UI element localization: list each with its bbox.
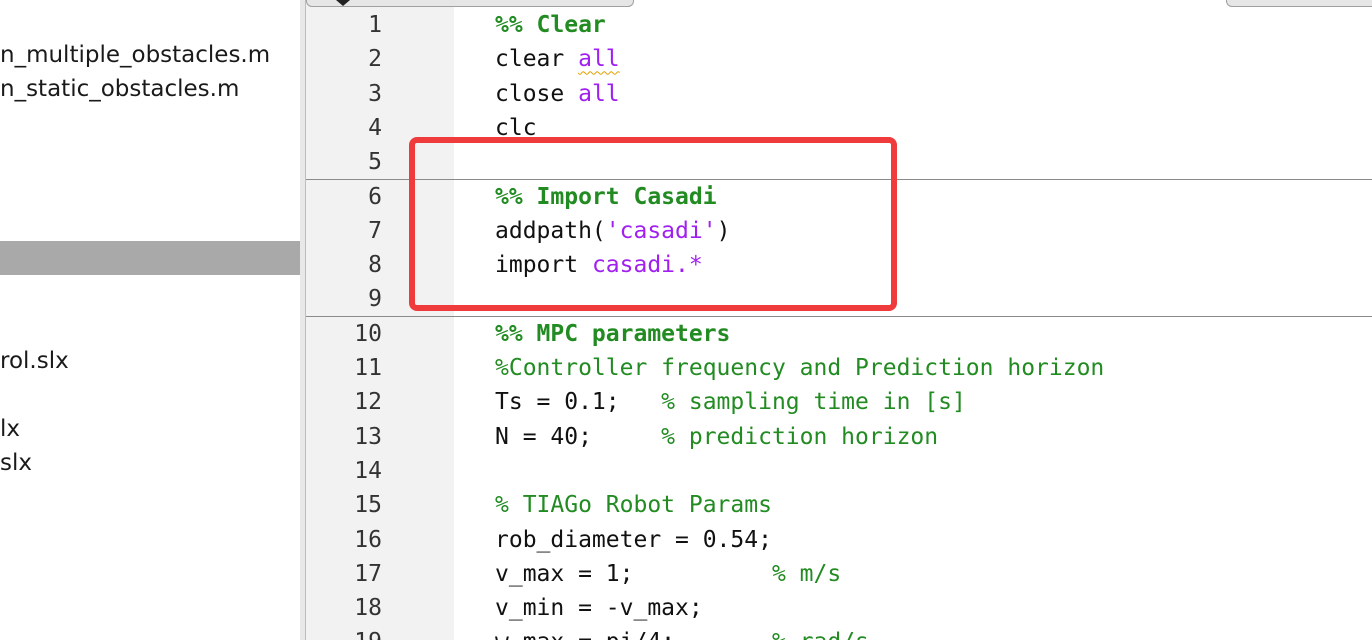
line-number[interactable]: 11 bbox=[306, 351, 382, 385]
code-text[interactable]: %% MPC parameters bbox=[495, 317, 730, 351]
line-number[interactable]: 16 bbox=[306, 523, 382, 557]
line-number[interactable]: 2 bbox=[306, 42, 382, 76]
code-token: v_max = 1; bbox=[495, 560, 772, 587]
code-text[interactable]: Ts = 0.1; % sampling time in [s] bbox=[495, 385, 966, 419]
caret-down-icon bbox=[336, 0, 350, 6]
line-number[interactable]: 18 bbox=[306, 591, 382, 625]
code-text[interactable]: v_max = 1; % m/s bbox=[495, 557, 841, 591]
annotation-highlight-box bbox=[409, 137, 897, 311]
code-line[interactable]: 19 w_max = pi/4; % rad/s bbox=[306, 625, 1372, 640]
code-token: % rad/s bbox=[772, 629, 869, 640]
code-token: all bbox=[578, 80, 620, 107]
file-item[interactable]: lx bbox=[0, 412, 20, 446]
code-token: % m/s bbox=[771, 560, 842, 587]
code-token: %Controller frequency and Prediction hor… bbox=[495, 355, 1105, 381]
code-text[interactable]: rob_diameter = 0.54; bbox=[495, 523, 772, 557]
code-token: rob_diameter = 0.54; bbox=[495, 526, 772, 553]
code-token: N = 40; bbox=[495, 423, 662, 450]
line-number[interactable]: 13 bbox=[306, 420, 382, 454]
file-item[interactable]: n_static_obstacles.m bbox=[0, 72, 239, 106]
code-token: w_max = pi/4; bbox=[495, 629, 772, 640]
code-text[interactable]: % TIAGo Robot Params bbox=[495, 488, 772, 522]
code-token: Ts = 0.1; bbox=[495, 389, 662, 416]
code-line[interactable]: 15 % TIAGo Robot Params bbox=[306, 488, 1372, 522]
code-token: v_min = -v_max; bbox=[495, 595, 703, 622]
code-line[interactable]: 10 %% MPC parameters bbox=[306, 317, 1372, 351]
code-text[interactable]: v_min = -v_max; bbox=[495, 591, 703, 625]
code-token: % TIAGo Robot Params bbox=[495, 492, 772, 519]
code-line[interactable]: 14 bbox=[306, 454, 1372, 488]
line-number[interactable]: 12 bbox=[306, 385, 382, 419]
code-line[interactable]: 16 rob_diameter = 0.54; bbox=[306, 523, 1372, 557]
line-number[interactable]: 7 bbox=[306, 214, 382, 248]
code-token: %% Clear bbox=[495, 12, 606, 38]
code-token: clear bbox=[495, 46, 579, 73]
line-number[interactable]: 19 bbox=[306, 625, 382, 640]
code-line[interactable]: 17 v_max = 1; % m/s bbox=[306, 557, 1372, 591]
line-number[interactable]: 5 bbox=[306, 145, 382, 179]
code-token: close bbox=[495, 80, 579, 107]
line-number[interactable]: 15 bbox=[306, 488, 382, 522]
file-item[interactable]: rol.slx bbox=[0, 344, 69, 378]
code-line[interactable]: 12 Ts = 0.1; % sampling time in [s] bbox=[306, 385, 1372, 419]
code-line[interactable]: 18 v_min = -v_max; bbox=[306, 591, 1372, 625]
file-item[interactable]: slx bbox=[0, 446, 32, 480]
file-item[interactable]: n_multiple_obstacles.m bbox=[0, 38, 270, 72]
code-line[interactable]: 13 N = 40; % prediction horizon bbox=[306, 420, 1372, 454]
file-item-selected[interactable] bbox=[0, 241, 300, 275]
line-number[interactable]: 10 bbox=[306, 317, 382, 351]
code-line[interactable]: 2 clear all bbox=[306, 42, 1372, 76]
code-line[interactable]: 1 %% Clear bbox=[306, 8, 1372, 42]
line-number[interactable]: 1 bbox=[306, 8, 382, 42]
file-browser-panel: n_multiple_obstacles.m n_static_obstacle… bbox=[0, 0, 300, 640]
line-number[interactable]: 17 bbox=[306, 557, 382, 591]
code-text[interactable]: %Controller frequency and Prediction hor… bbox=[495, 351, 1104, 385]
code-editor[interactable]: 1%% Clear 2 clear all 3 close all 4 clc 5 6%% Im… bbox=[306, 0, 1372, 640]
code-line[interactable]: 3 close all bbox=[306, 77, 1372, 111]
line-number[interactable]: 6 bbox=[306, 180, 382, 214]
line-number[interactable]: 8 bbox=[306, 248, 382, 282]
code-token: % sampling time in [s] bbox=[661, 389, 966, 416]
code-text[interactable]: close all bbox=[495, 77, 620, 111]
code-text[interactable]: w_max = pi/4; % rad/s bbox=[495, 625, 869, 640]
code-line[interactable]: 11 %Controller frequency and Prediction h… bbox=[306, 351, 1372, 385]
code-text[interactable]: clear all bbox=[495, 42, 620, 76]
line-number[interactable]: 4 bbox=[306, 111, 382, 145]
code-text[interactable]: N = 40; % prediction horizon bbox=[495, 420, 938, 454]
code-token: % prediction horizon bbox=[661, 423, 939, 450]
code-token: all bbox=[578, 46, 620, 73]
line-number[interactable]: 9 bbox=[306, 282, 382, 316]
editor-tab[interactable] bbox=[1226, 0, 1372, 7]
code-token: %% MPC parameters bbox=[495, 320, 731, 347]
code-text[interactable]: %% Clear bbox=[495, 8, 606, 42]
line-number[interactable]: 14 bbox=[306, 454, 382, 488]
editor-tab[interactable] bbox=[306, 0, 634, 7]
line-number[interactable]: 3 bbox=[306, 77, 382, 111]
